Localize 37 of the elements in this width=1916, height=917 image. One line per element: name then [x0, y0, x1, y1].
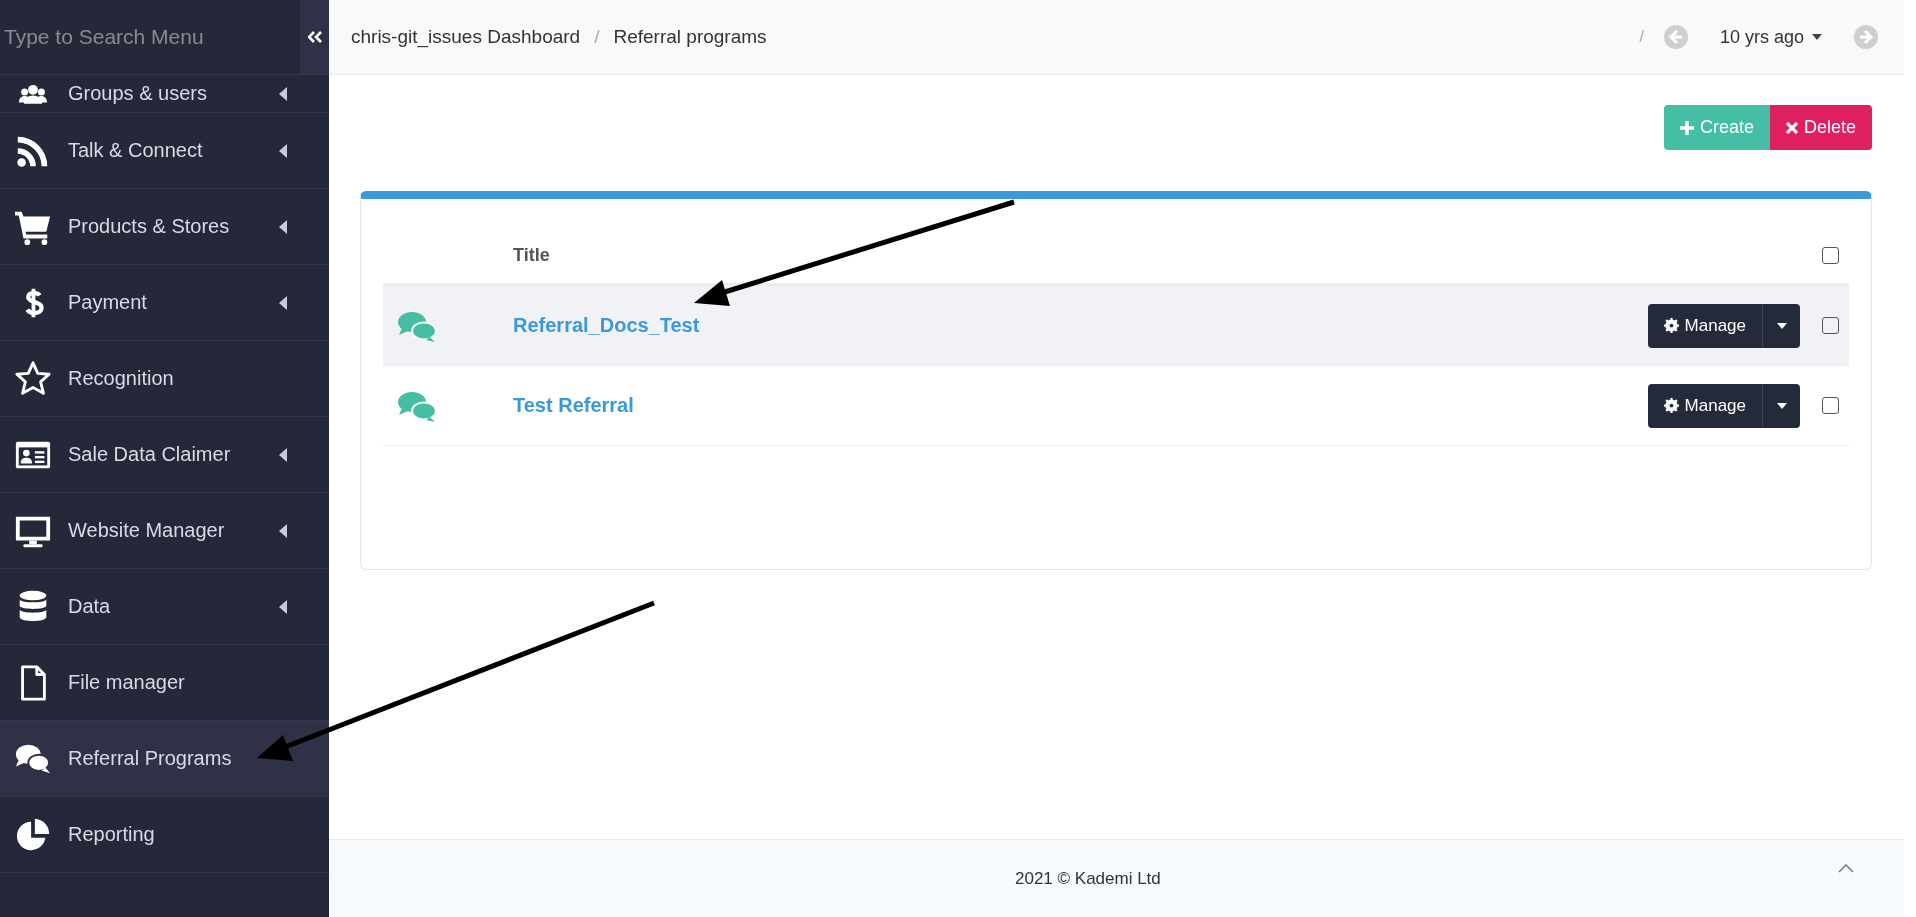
table-row[interactable]: Referral_Docs_Test Manage	[383, 286, 1849, 366]
caret-icon	[1776, 322, 1787, 329]
copyright-text: 2021 © Kademi Ltd	[1015, 868, 1161, 889]
delete-button[interactable]: Delete	[1769, 105, 1872, 150]
sidebar-item[interactable]: Groups & users	[0, 75, 329, 113]
collapse-button[interactable]	[300, 0, 329, 74]
sidebar-item[interactable]: Referral Programs	[0, 721, 329, 797]
close-icon	[1785, 121, 1798, 134]
chevron-up-icon[interactable]	[1838, 864, 1854, 873]
sidebar-item[interactable]: Reporting	[0, 797, 329, 873]
sidebar-item[interactable]: Website Manager	[0, 493, 329, 569]
sidebar-item[interactable]: Talk & Connect	[0, 113, 329, 189]
column-header: Title	[513, 244, 551, 266]
dropdown-button[interactable]	[1762, 383, 1800, 428]
checkbox[interactable]	[1822, 317, 1839, 334]
breadcrumb-link[interactable]: chris-git_issues Dashboard	[351, 26, 581, 48]
gear-icon	[1663, 398, 1679, 413]
sidebar-item[interactable]: Sale Data Claimer	[0, 417, 329, 493]
table-row[interactable]: Test Referral Manage	[383, 366, 1849, 446]
manage-button[interactable]: Manage	[1647, 303, 1762, 348]
time-dropdown[interactable]: 10 yrs ago	[1707, 26, 1834, 48]
checkbox[interactable]	[1822, 246, 1839, 264]
sidebar-item[interactable]: Recognition	[0, 341, 329, 417]
dropdown-button[interactable]	[1762, 303, 1800, 348]
star-icon	[14, 359, 52, 398]
checkbox[interactable]	[1822, 397, 1839, 414]
manage-button[interactable]: Manage	[1647, 383, 1762, 428]
double-chevron-left-icon	[307, 31, 322, 43]
caret-icon	[1776, 402, 1787, 409]
gear-icon	[1663, 318, 1679, 333]
sidebar-item[interactable]: Products & Stores	[0, 189, 329, 265]
breadcrumb-separator: /	[1639, 28, 1644, 46]
plus-icon	[1679, 120, 1694, 135]
sidebar-item[interactable]: Payment	[0, 265, 329, 341]
caret-icon	[1812, 34, 1822, 40]
sidebar-item[interactable]: Data	[0, 569, 329, 645]
breadcrumb-separator: /	[594, 26, 600, 48]
